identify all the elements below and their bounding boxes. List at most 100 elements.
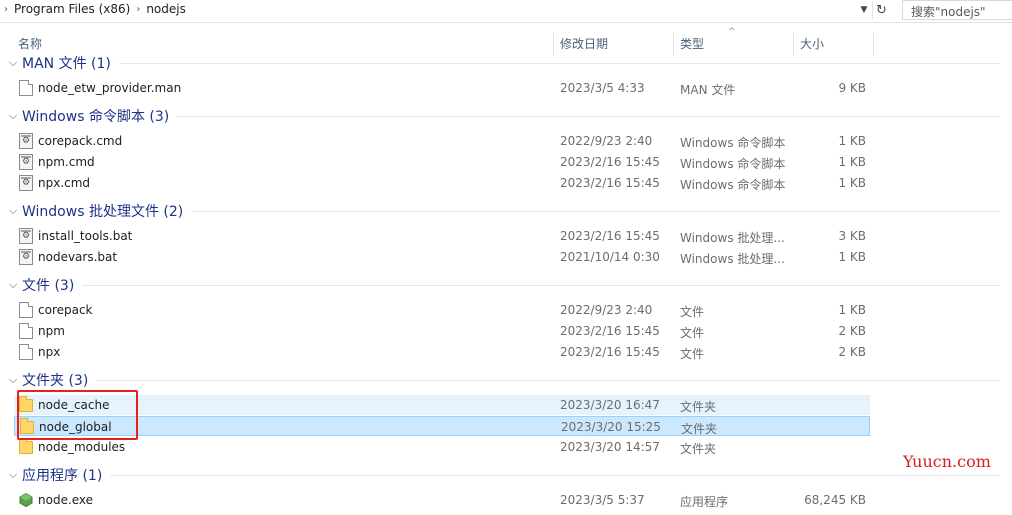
- column-header-size[interactable]: 大小: [794, 33, 874, 56]
- item-size: 2 KB: [838, 345, 866, 359]
- script-icon: [19, 249, 33, 265]
- file-icon: [19, 302, 33, 318]
- item-date: 2023/3/20 16:47: [560, 398, 660, 412]
- item-name: npm: [38, 324, 65, 338]
- breadcrumb-chevron-icon[interactable]: ›: [4, 4, 8, 15]
- item-name: npx: [38, 345, 61, 359]
- list-item[interactable]: npm.cmd 2023/2/16 15:45 Windows 命令脚本 1 K…: [14, 152, 870, 172]
- item-type: Windows 批处理...: [680, 231, 785, 245]
- item-date: 2023/3/5 4:33: [560, 81, 645, 95]
- refresh-icon[interactable]: ↻: [872, 1, 890, 19]
- group-label: 应用程序 (1): [22, 468, 103, 484]
- file-icon: [19, 344, 33, 360]
- script-icon: [19, 175, 33, 191]
- file-icon: [19, 323, 33, 339]
- breadcrumb-item-nodejs[interactable]: nodejs: [146, 2, 186, 16]
- chevron-down-icon[interactable]: ⌵: [6, 468, 20, 482]
- file-icon: [19, 80, 33, 96]
- watermark: Yuucn.com: [903, 452, 991, 471]
- highlight-box: [17, 390, 138, 440]
- group-divider: [177, 116, 1000, 117]
- script-icon: [19, 133, 33, 149]
- item-date: 2022/9/23 2:40: [560, 303, 653, 317]
- group-divider: [82, 285, 1000, 286]
- chevron-down-icon[interactable]: ⌵: [6, 204, 20, 218]
- list-item[interactable]: npm 2023/2/16 15:45 文件 2 KB: [14, 321, 870, 341]
- list-item[interactable]: nodevars.bat 2021/10/14 0:30 Windows 批处理…: [14, 247, 870, 267]
- item-size: 9 KB: [838, 81, 866, 95]
- item-name: corepack: [38, 303, 93, 317]
- list-item[interactable]: corepack.cmd 2022/9/23 2:40 Windows 命令脚本…: [14, 131, 870, 151]
- chevron-down-icon[interactable]: ⌵: [6, 56, 20, 70]
- breadcrumb-item-program-files[interactable]: Program Files (x86): [14, 2, 130, 16]
- folder-icon: [19, 438, 33, 454]
- item-type: Windows 命令脚本: [680, 157, 786, 171]
- group-divider: [119, 63, 1000, 64]
- item-date: 2023/3/20 14:57: [560, 440, 660, 454]
- script-icon: [19, 228, 33, 244]
- item-date: 2023/3/20 15:25: [561, 420, 661, 434]
- search-input[interactable]: 搜索"nodejs": [902, 0, 1012, 20]
- group-label: Windows 批处理文件 (2): [22, 204, 184, 220]
- item-type: 文件: [680, 347, 705, 361]
- group-header-cmd[interactable]: ⌵ Windows 命令脚本 (3): [6, 105, 1000, 127]
- item-size: 3 KB: [838, 229, 866, 243]
- item-type: 文件: [680, 305, 705, 319]
- list-item[interactable]: node_cache 2023/3/20 16:47 文件夹: [14, 395, 870, 415]
- group-header-folders[interactable]: ⌵ 文件夹 (3): [6, 369, 1000, 391]
- item-name: nodevars.bat: [38, 250, 118, 264]
- group-label: MAN 文件 (1): [22, 56, 111, 72]
- breadcrumb-chevron-icon[interactable]: ›: [136, 4, 140, 15]
- group-divider: [191, 211, 1000, 212]
- column-header-type[interactable]: 类型: [674, 33, 794, 56]
- address-dropdown-icon[interactable]: ▼: [857, 1, 871, 19]
- item-date: 2023/2/16 15:45: [560, 229, 660, 243]
- item-date: 2023/3/5 5:37: [560, 493, 645, 507]
- item-type: Windows 命令脚本: [680, 136, 786, 150]
- item-name: node_etw_provider.man: [38, 81, 182, 95]
- chevron-down-icon[interactable]: ⌵: [6, 109, 20, 123]
- item-date: 2021/10/14 0:30: [560, 250, 660, 264]
- item-date: 2023/2/16 15:45: [560, 176, 660, 190]
- item-size: 1 KB: [838, 155, 866, 169]
- chevron-down-icon[interactable]: ⌵: [6, 373, 20, 387]
- item-name: npx.cmd: [38, 176, 91, 190]
- list-item[interactable]: corepack 2022/9/23 2:40 文件 1 KB: [14, 300, 870, 320]
- list-item[interactable]: node_etw_provider.man 2023/3/5 4:33 MAN …: [14, 78, 870, 98]
- item-name: node_modules: [38, 440, 126, 454]
- list-item[interactable]: install_tools.bat 2023/2/16 15:45 Window…: [14, 226, 870, 246]
- list-item[interactable]: npx 2023/2/16 15:45 文件 2 KB: [14, 342, 870, 362]
- item-name: node.exe: [38, 493, 94, 507]
- group-divider: [96, 380, 1000, 381]
- group-label: Windows 命令脚本 (3): [22, 109, 170, 125]
- item-name: corepack.cmd: [38, 134, 123, 148]
- item-size: 1 KB: [838, 134, 866, 148]
- group-header-man[interactable]: ⌵ MAN 文件 (1): [6, 52, 1000, 74]
- group-header-apps[interactable]: ⌵ 应用程序 (1): [6, 464, 1000, 486]
- column-headers: 名称 修改日期 类型 大小: [0, 33, 1012, 56]
- group-header-files[interactable]: ⌵ 文件 (3): [6, 274, 1000, 296]
- group-label: 文件 (3): [22, 278, 75, 294]
- group-divider: [110, 475, 1000, 476]
- item-name: install_tools.bat: [38, 229, 133, 243]
- item-type: 文件: [680, 326, 705, 340]
- item-name: npm.cmd: [38, 155, 95, 169]
- item-size: 1 KB: [838, 303, 866, 317]
- list-item-selected[interactable]: node_global 2023/3/20 15:25 文件夹: [14, 416, 870, 436]
- group-header-bat[interactable]: ⌵ Windows 批处理文件 (2): [6, 200, 1000, 222]
- item-size: 2 KB: [838, 324, 866, 338]
- list-item[interactable]: node.exe 2023/3/5 5:37 应用程序 68,245 KB: [14, 490, 870, 510]
- node-exe-icon: [19, 492, 33, 508]
- item-size: 68,245 KB: [804, 493, 866, 507]
- item-type: MAN 文件: [680, 83, 736, 97]
- item-date: 2023/2/16 15:45: [560, 155, 660, 169]
- column-header-date[interactable]: 修改日期: [554, 33, 674, 56]
- item-type: 文件夹: [680, 400, 717, 414]
- list-item[interactable]: node_modules 2023/3/20 14:57 文件夹: [14, 437, 870, 457]
- item-type: 文件夹: [681, 422, 718, 436]
- item-size: 1 KB: [838, 176, 866, 190]
- list-item[interactable]: npx.cmd 2023/2/16 15:45 Windows 命令脚本 1 K…: [14, 173, 870, 193]
- item-date: 2023/2/16 15:45: [560, 324, 660, 338]
- chevron-down-icon[interactable]: ⌵: [6, 278, 20, 292]
- item-size: 1 KB: [838, 250, 866, 264]
